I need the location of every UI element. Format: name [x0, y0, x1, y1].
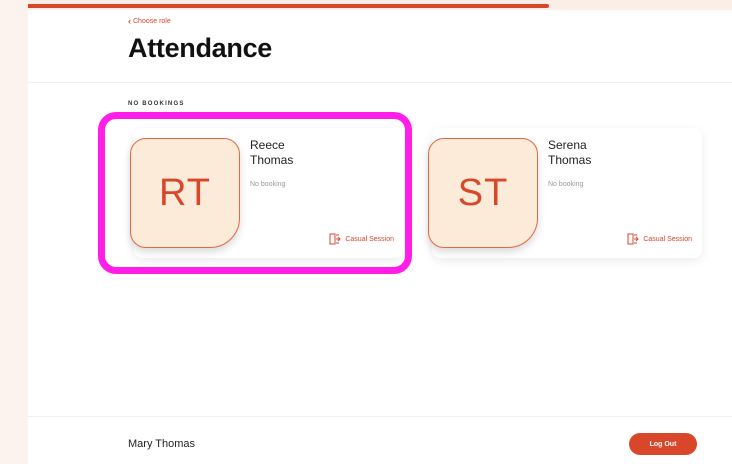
section-label: NO BOOKINGS — [128, 101, 185, 107]
child-first-name: Reece — [250, 138, 285, 152]
footer-divider — [28, 416, 732, 417]
chevron-left-icon: ‹ — [128, 16, 131, 26]
attendance-screen: ‹ Choose role Attendance NO BOOKINGS RT … — [28, 0, 732, 464]
signed-in-user-name: Mary Thomas — [128, 438, 196, 450]
casual-session-button[interactable]: Casual Session — [329, 233, 394, 245]
child-card-reece[interactable]: RT Reece Thomas No booking Casual Sessio… — [130, 128, 404, 258]
casual-session-label: Casual Session — [643, 235, 692, 243]
logout-button[interactable]: Log Out — [629, 433, 697, 455]
progress-bar — [28, 0, 732, 10]
door-enter-icon — [329, 233, 342, 245]
child-last-name: Thomas — [250, 153, 294, 167]
avatar-initials: RT — [159, 171, 211, 214]
door-enter-icon — [627, 233, 640, 245]
child-name: Reece Thomas — [250, 138, 350, 168]
casual-session-button[interactable]: Casual Session — [627, 233, 692, 245]
page-title: Attendance — [128, 33, 273, 63]
child-first-name: Serena — [548, 138, 587, 152]
child-card-serena[interactable]: ST Serena Thomas No booking Casual Sessi… — [428, 128, 702, 258]
booking-status: No booking — [548, 181, 584, 188]
back-link-label: Choose role — [133, 18, 171, 25]
booking-status: No booking — [250, 181, 286, 188]
back-link[interactable]: ‹ Choose role — [128, 16, 171, 26]
avatar: ST — [428, 138, 538, 248]
child-last-name: Thomas — [548, 153, 592, 167]
header-divider — [28, 82, 732, 83]
progress-bar-fill — [28, 4, 549, 8]
casual-session-label: Casual Session — [345, 235, 394, 243]
child-name: Serena Thomas — [548, 138, 648, 168]
avatar: RT — [130, 138, 240, 248]
avatar-initials: ST — [457, 171, 509, 214]
